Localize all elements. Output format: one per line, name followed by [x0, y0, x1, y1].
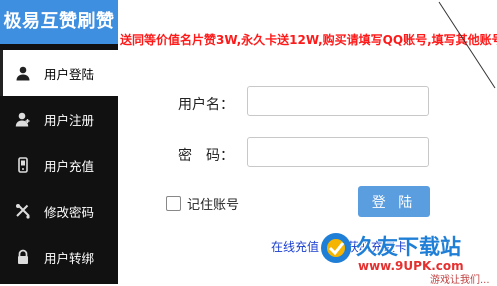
watermark: 久友下载站 www.9UPK.com 游戏让我们...: [318, 229, 497, 286]
login-button[interactable]: 登 陆: [358, 186, 430, 217]
watermark-main-text: 久友下载站: [356, 235, 461, 259]
user-add-icon: [14, 110, 32, 128]
sidebar: 极易互赞刷赞 用户登陆 用户注册 用户充值 修改密码 用户转绑: [0, 0, 118, 284]
sidebar-item-register[interactable]: 用户注册: [0, 96, 118, 142]
sidebar-item-label: 用户充值: [44, 158, 95, 174]
username-input[interactable]: [247, 86, 429, 116]
sidebar-item-login[interactable]: 用户登陆: [0, 50, 118, 96]
corner-divider: [438, 1, 496, 89]
password-input[interactable]: [247, 137, 429, 167]
sidebar-item-label: 修改密码: [44, 204, 95, 220]
password-label: 密 码：: [178, 148, 234, 164]
wallet-icon: [14, 156, 32, 174]
sidebar-item-transfer[interactable]: 用户转绑: [0, 234, 118, 280]
remember-label: 记住账号: [187, 198, 240, 213]
watermark-logo-icon: [321, 233, 351, 263]
sidebar-nav: 用户登陆 用户注册 用户充值 修改密码 用户转绑: [0, 50, 118, 280]
app-title: 极易互赞刷赞: [0, 0, 118, 44]
remember-account[interactable]: 记住账号: [166, 194, 239, 213]
sidebar-item-label: 用户登陆: [44, 66, 95, 82]
lock-icon: [14, 248, 32, 266]
tools-icon: [14, 202, 32, 220]
sidebar-item-recharge[interactable]: 用户充值: [0, 142, 118, 188]
remember-checkbox[interactable]: [166, 196, 181, 211]
sidebar-item-change-password[interactable]: 修改密码: [0, 188, 118, 234]
username-label: 用户名：: [178, 97, 234, 113]
sidebar-item-label: 用户注册: [44, 112, 95, 128]
user-icon: [14, 64, 32, 82]
sidebar-item-label: 用户转绑: [44, 250, 95, 266]
